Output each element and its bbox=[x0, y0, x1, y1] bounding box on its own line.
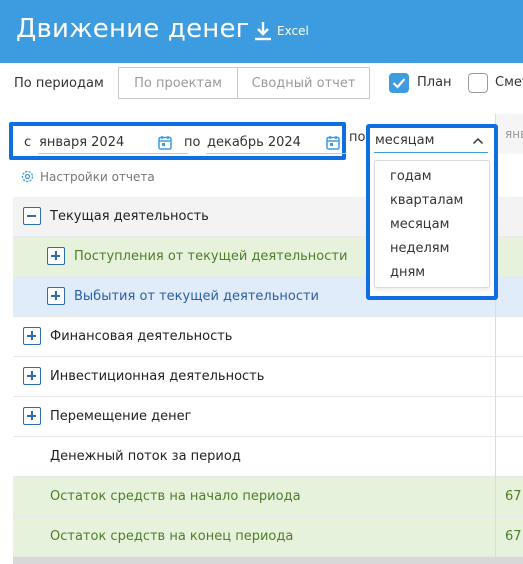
settings-label: Настройки отчета bbox=[40, 169, 155, 184]
row-label: Текущая деятельность bbox=[50, 209, 209, 224]
period-select[interactable]: месяцам bbox=[374, 129, 488, 153]
row-label: Перемещение денег bbox=[50, 409, 192, 424]
tree-row: Денежный поток за период bbox=[13, 437, 523, 477]
expand-toggle-icon[interactable] bbox=[23, 367, 41, 385]
from-date-input[interactable]: января 2024 bbox=[38, 134, 188, 154]
to-label: по bbox=[184, 135, 201, 150]
report-tabs: По периодам По проектам Сводный отчет Пл… bbox=[0, 63, 523, 104]
chevron-up-icon bbox=[472, 137, 484, 145]
row-value-cell bbox=[495, 237, 523, 277]
tree-row: Остаток средств на начало периода 67 bbox=[13, 477, 523, 517]
row-value-cell bbox=[495, 197, 523, 237]
row-label: Денежный поток за период bbox=[50, 449, 241, 464]
period-option[interactable]: дням bbox=[390, 265, 425, 280]
tree-row: Остаток средств на конец периода 67 bbox=[13, 517, 523, 557]
collapse-toggle-icon[interactable] bbox=[23, 207, 41, 225]
period-option[interactable]: кварталам bbox=[390, 193, 463, 208]
tree-row: Инвестиционная деятельность bbox=[13, 357, 523, 397]
row-label: Поступления от текущей деятельности bbox=[74, 249, 348, 264]
row-value-cell: 67 bbox=[495, 477, 523, 517]
plan-checkbox[interactable] bbox=[389, 73, 409, 93]
row-value-cell bbox=[495, 357, 523, 397]
calendar-icon[interactable] bbox=[326, 135, 340, 150]
row-value: 67 bbox=[505, 489, 522, 504]
period-dropdown: месяцам годам кварталам месяцам неделям … bbox=[366, 124, 498, 300]
page-title: Движение денег bbox=[16, 14, 250, 44]
row-label: Остаток средств на начало периода bbox=[50, 489, 301, 504]
excel-export-button[interactable]: Excel bbox=[253, 18, 309, 44]
tree-row: Перемещение денег bbox=[13, 397, 523, 437]
month-column-header: янв bbox=[495, 114, 523, 154]
from-date-value: января 2024 bbox=[39, 135, 125, 150]
tab-by-projects[interactable]: По проектам bbox=[118, 67, 238, 99]
checkmark-icon bbox=[392, 78, 406, 89]
excel-label: Excel bbox=[277, 24, 309, 38]
row-value-cell: 67 bbox=[495, 517, 523, 557]
smeta-checkbox[interactable] bbox=[468, 73, 488, 93]
expand-toggle-icon[interactable] bbox=[47, 287, 65, 305]
row-value-cell bbox=[495, 437, 523, 477]
plan-label: План bbox=[417, 75, 452, 90]
row-value-cell bbox=[495, 277, 523, 317]
group-by-label: по bbox=[349, 130, 366, 145]
tab-summary-report[interactable]: Сводный отчет bbox=[237, 67, 370, 99]
expand-toggle-icon[interactable] bbox=[23, 327, 41, 345]
period-option[interactable]: годам bbox=[390, 169, 432, 184]
to-date-value: декабрь 2024 bbox=[207, 135, 301, 150]
tree-row: Финансовая деятельность bbox=[13, 317, 523, 357]
tab-by-periods[interactable]: По периодам bbox=[14, 67, 114, 99]
row-label: Финансовая деятельность bbox=[50, 329, 233, 344]
calendar-icon[interactable] bbox=[158, 135, 172, 150]
expand-toggle-icon[interactable] bbox=[23, 407, 41, 425]
row-label: Инвестиционная деятельность bbox=[50, 369, 265, 384]
row-label: Выбытия от текущей деятельности bbox=[74, 289, 320, 304]
from-label: с bbox=[24, 135, 32, 150]
app-header: Движение денег Excel bbox=[0, 0, 523, 63]
expand-toggle-icon[interactable] bbox=[47, 247, 65, 265]
row-value-cell bbox=[495, 397, 523, 437]
period-option[interactable]: месяцам bbox=[390, 217, 449, 232]
download-icon bbox=[255, 22, 271, 41]
period-option[interactable]: неделям bbox=[390, 241, 449, 256]
report-settings-link[interactable]: Настройки отчета bbox=[20, 169, 155, 184]
gear-icon bbox=[21, 170, 34, 183]
row-label: Остаток средств на конец периода bbox=[50, 529, 294, 544]
period-options-menu: годам кварталам месяцам неделям дням bbox=[374, 160, 490, 288]
to-date-input[interactable]: декабрь 2024 bbox=[206, 134, 346, 154]
period-select-value: месяцам bbox=[375, 133, 435, 148]
column-header-label: янв bbox=[505, 127, 523, 141]
horizontal-scrollbar[interactable] bbox=[13, 557, 523, 564]
date-range-box: с января 2024 по декабрь 2024 bbox=[9, 122, 346, 160]
row-value: 67 bbox=[505, 529, 522, 544]
row-value-cell bbox=[495, 317, 523, 357]
smeta-label: Смет bbox=[495, 75, 523, 90]
